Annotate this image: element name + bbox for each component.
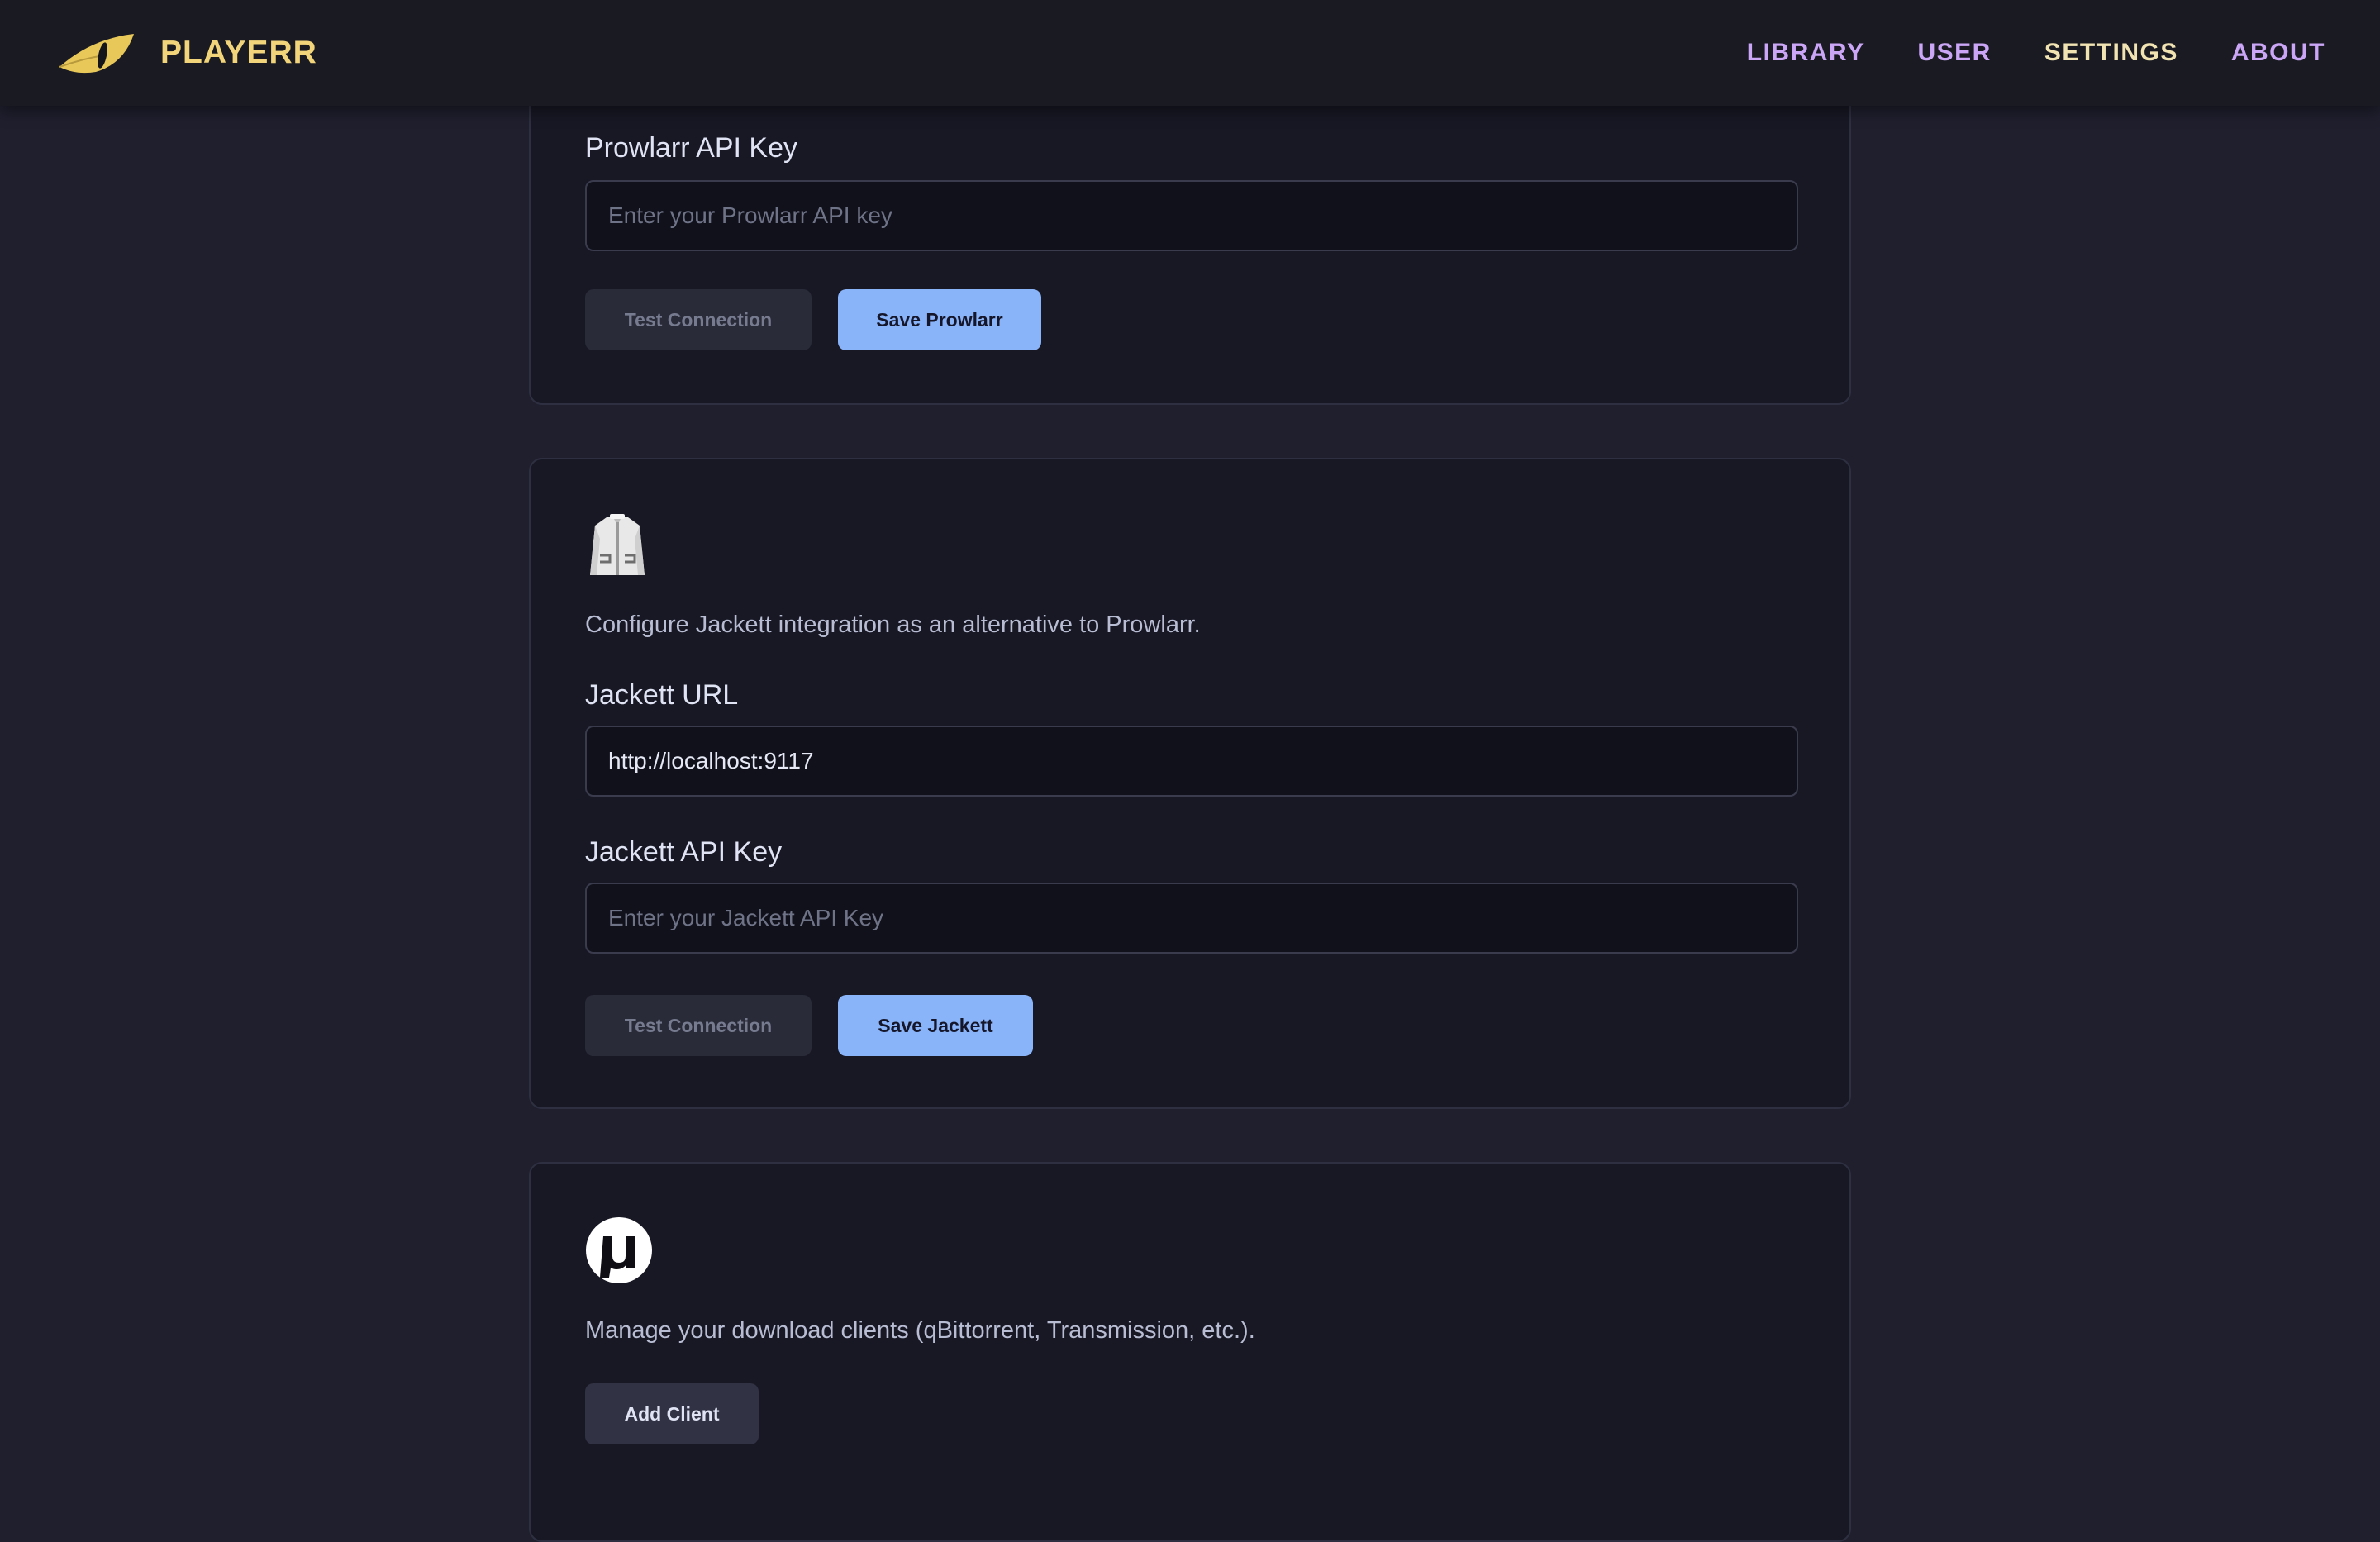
prowlarr-api-key-input[interactable] [585, 180, 1798, 251]
nav-user-link[interactable]: USER [1917, 39, 1991, 67]
save-prowlarr-button[interactable]: Save Prowlarr [838, 289, 1041, 350]
nav-settings-link[interactable]: SETTINGS [2044, 39, 2178, 67]
cat-eye-logo-icon [59, 34, 134, 74]
jackett-card: Configure Jackett integration as an alte… [529, 458, 1851, 1109]
app-name: PLAYERR [160, 35, 317, 70]
jackett-url-label: Jackett URL [585, 679, 739, 711]
jackett-api-key-input[interactable] [585, 883, 1798, 954]
add-client-button[interactable]: Add Client [585, 1383, 759, 1444]
prowlarr-api-key-label: Prowlarr API Key [585, 132, 797, 164]
download-clients-description: Manage your download clients (qBittorren… [585, 1317, 1255, 1344]
main-nav: LIBRARY USER SETTINGS ABOUT [1747, 39, 2325, 67]
utorrent-icon [586, 1217, 652, 1283]
jackett-test-connection-button[interactable]: Test Connection [585, 995, 812, 1056]
nav-about-link[interactable]: ABOUT [2231, 39, 2325, 67]
jackett-url-input[interactable] [585, 726, 1798, 797]
jackett-api-key-label: Jackett API Key [585, 836, 783, 868]
top-navbar: PLAYERR LIBRARY USER SETTINGS ABOUT [0, 0, 2380, 106]
download-clients-card: Manage your download clients (qBittorren… [529, 1162, 1851, 1542]
brand[interactable]: PLAYERR [58, 31, 317, 75]
save-jackett-button[interactable]: Save Jackett [838, 995, 1033, 1056]
nav-library-link[interactable]: LIBRARY [1747, 39, 1865, 67]
jacket-icon [590, 514, 645, 575]
settings-content: Prowlarr API Key Test Connection Save Pr… [0, 0, 2380, 1542]
prowlarr-test-connection-button[interactable]: Test Connection [585, 289, 812, 350]
jackett-description: Configure Jackett integration as an alte… [585, 612, 1201, 638]
